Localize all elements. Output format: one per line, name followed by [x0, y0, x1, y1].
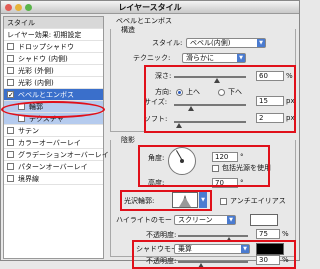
- highlight-mode-value: スクリーン: [178, 216, 213, 224]
- close-icon[interactable]: [5, 4, 12, 11]
- highlight-opacity-field[interactable]: 75: [256, 229, 280, 239]
- gloss-contour-highlight: [120, 190, 212, 211]
- style-item-label: カラーオーバーレイ: [18, 139, 81, 147]
- highlight-opacity-unit: %: [282, 230, 289, 238]
- structure-values-highlight: [144, 65, 296, 133]
- style-label: スタイル:: [152, 39, 183, 47]
- style-item-label: パターンオーバーレイ: [18, 163, 88, 171]
- style-item-checkbox[interactable]: [7, 127, 14, 134]
- style-item-label: ドロップシャドウ: [18, 43, 74, 51]
- style-item-checkbox[interactable]: [7, 79, 14, 86]
- antialias-checkbox[interactable]: [220, 198, 227, 205]
- style-item-checkbox[interactable]: [7, 139, 14, 146]
- blend-options-item[interactable]: レイヤー効果: 初期設定: [4, 29, 103, 41]
- highlight-opacity-slider[interactable]: [178, 235, 248, 237]
- style-item[interactable]: パターンオーバーレイ: [4, 161, 103, 173]
- antialias-label: アンチエイリアス: [230, 197, 286, 205]
- style-item-label: ベベルとエンボス: [18, 91, 74, 99]
- style-item-label: 境界線: [18, 175, 39, 183]
- style-item-checkbox[interactable]: [7, 163, 14, 170]
- style-item[interactable]: カラーオーバーレイ: [4, 137, 103, 149]
- style-select-value: ベベル(内側): [190, 39, 231, 47]
- style-item-label: サテン: [18, 127, 39, 135]
- style-item-label: グラデーションオーバーレイ: [18, 151, 109, 159]
- window-titlebar: レイヤースタイル: [1, 1, 299, 14]
- technique-label: テクニック:: [133, 54, 171, 62]
- style-item[interactable]: シャドウ (内側): [4, 53, 103, 65]
- style-select[interactable]: ベベル(内側) ▼: [186, 38, 266, 48]
- structure-group-title: 構造: [120, 26, 136, 35]
- chevron-down-icon: ▼: [237, 54, 245, 62]
- shadow-mode-highlight: [132, 240, 296, 269]
- styles-list: スタイル レイヤー効果: 初期設定 ドロップシャドウ シャドウ (内側) 光彩 (外…: [3, 16, 109, 259]
- style-item-checkbox[interactable]: [7, 175, 14, 182]
- style-item-checkbox[interactable]: [7, 55, 14, 62]
- angle-altitude-highlight: [138, 145, 270, 187]
- style-item[interactable]: ベベルとエンボス: [4, 89, 103, 101]
- highlight-mode-label: ハイライトのモード:: [116, 216, 182, 224]
- highlight-color-swatch[interactable]: [250, 214, 278, 226]
- style-item-checkbox[interactable]: [7, 151, 14, 158]
- style-item-label: 光彩 (外側): [18, 67, 54, 75]
- section-title: ベベルとエンボス: [116, 17, 172, 25]
- style-item-checkbox[interactable]: [7, 89, 14, 101]
- selected-style-highlight: [1, 101, 105, 118]
- zoom-icon[interactable]: [25, 4, 32, 11]
- style-item-label: シャドウ (内側): [18, 55, 68, 63]
- highlight-opacity-label: 不透明度:: [146, 231, 177, 239]
- style-item-label: 光彩 (内側): [18, 79, 54, 87]
- window-title: レイヤースタイル: [118, 3, 182, 12]
- style-item-checkbox[interactable]: [7, 67, 14, 74]
- style-item[interactable]: グラデーションオーバーレイ: [4, 149, 109, 161]
- style-item[interactable]: 光彩 (内側): [4, 77, 103, 89]
- chevron-down-icon: ▼: [227, 216, 235, 224]
- technique-select[interactable]: 滑らかに ▼: [182, 53, 246, 63]
- style-item[interactable]: 境界線: [4, 173, 103, 185]
- technique-select-value: 滑らかに: [186, 54, 214, 62]
- style-item-checkbox[interactable]: [7, 43, 14, 50]
- bevel-emboss-panel: ベベルとエンボス 構造 スタイル: ベベル(内側) ▼ テクニック: 滑らかに …: [106, 16, 298, 269]
- minimize-icon[interactable]: [15, 4, 22, 11]
- style-item[interactable]: サテン: [4, 125, 103, 137]
- highlight-mode-select[interactable]: スクリーン ▼: [174, 215, 236, 225]
- style-item[interactable]: ドロップシャドウ: [4, 41, 103, 53]
- styles-header[interactable]: スタイル: [4, 17, 103, 29]
- style-item[interactable]: 光彩 (外側): [4, 65, 103, 77]
- chevron-down-icon: ▼: [257, 39, 265, 47]
- shading-group-title: 陰影: [120, 136, 136, 145]
